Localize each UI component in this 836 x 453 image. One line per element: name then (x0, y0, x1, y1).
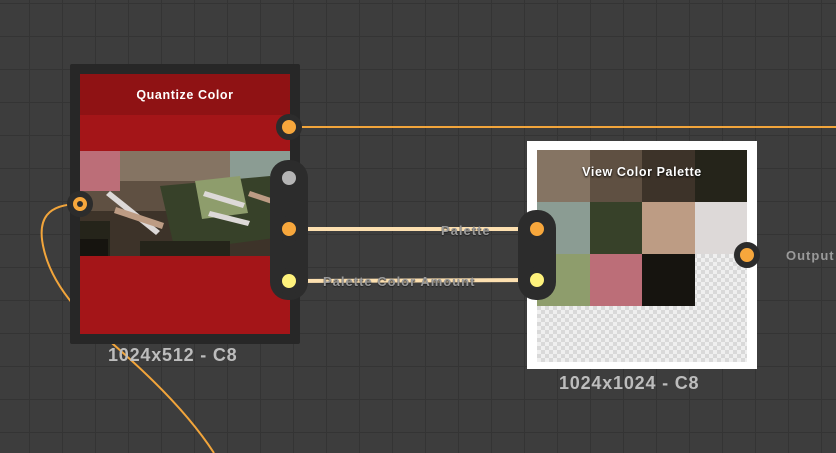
color-palette-preview: View Color Palette (537, 150, 747, 362)
output-port-label: Output (786, 248, 835, 263)
quantize-color-preview: Quantize Color (80, 74, 290, 334)
view-color-palette-output-port[interactable] (734, 242, 760, 268)
connected-dot-icon (77, 201, 83, 207)
palette-swatch (642, 202, 695, 254)
palette-swatch (589, 202, 642, 254)
palette-color-amount-wire-label: Palette Color Amount (323, 274, 476, 289)
view-color-palette-size-label: 1024x1024 - C8 (559, 373, 700, 393)
quantize-color-node[interactable]: Quantize Color (70, 64, 300, 344)
quantize-color-image-input-port[interactable] (67, 191, 93, 217)
quantize-color-palette-output-port[interactable] (276, 216, 302, 242)
quantize-color-size-label: 1024x512 - C8 (108, 345, 238, 365)
palette-wire-label: Palette (441, 223, 491, 238)
quantize-color-image-output-port[interactable] (276, 114, 302, 140)
view-color-palette-node[interactable]: View Color Palette (527, 141, 757, 369)
view-color-palette-palette-input-port[interactable] (524, 216, 550, 242)
quantize-color-amount-output-port[interactable] (276, 268, 302, 294)
quantize-color-title: Quantize Color (136, 88, 234, 102)
palette-swatch (642, 254, 695, 306)
quantize-color-gray-output-port[interactable] (276, 165, 302, 191)
view-color-palette-title: View Color Palette (582, 165, 702, 179)
palette-swatch (589, 254, 642, 306)
quantized-image-thumbnail (80, 151, 290, 256)
view-color-palette-amount-input-port[interactable] (524, 267, 550, 293)
